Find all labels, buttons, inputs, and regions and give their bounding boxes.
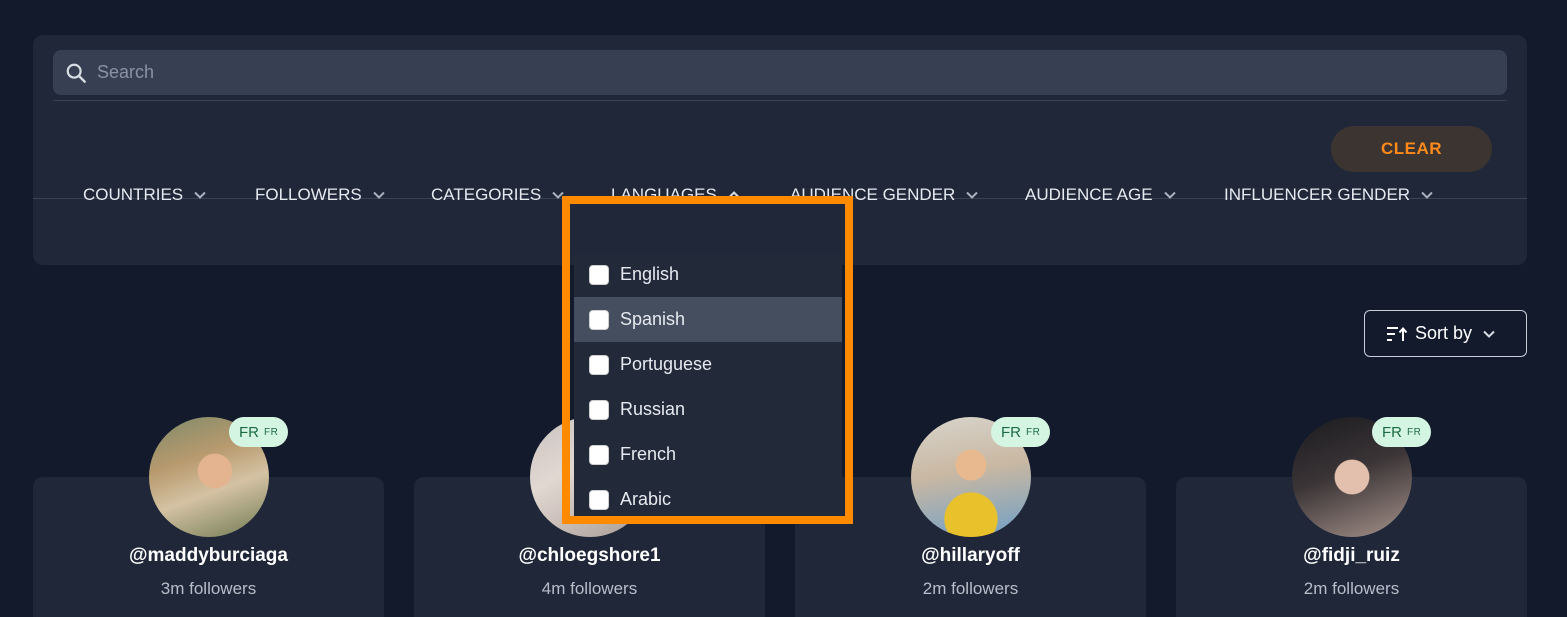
chevron-down-icon (965, 188, 979, 202)
chevron-down-icon (1482, 327, 1496, 341)
filter-audience-gender[interactable]: AUDIENCE GENDER (790, 183, 979, 207)
filter-categories[interactable]: CATEGORIES (431, 183, 565, 207)
follower-count: 4m followers (541, 579, 638, 598)
language-badge: FR FR (229, 417, 289, 447)
filter-label: AUDIENCE GENDER (790, 185, 956, 204)
sort-by-button[interactable]: Sort by (1364, 310, 1527, 357)
follower-count: 3m followers (160, 579, 257, 598)
chevron-down-icon (1163, 188, 1177, 202)
filter-influencer-gender[interactable]: INFLUENCER GENDER (1224, 183, 1434, 207)
follower-count: 2m followers (1303, 579, 1400, 598)
chevron-down-icon (193, 188, 207, 202)
language-badge: FR FR (1372, 417, 1432, 447)
search-bar[interactable] (53, 50, 1507, 95)
search-icon (65, 62, 87, 84)
language-option-arabic[interactable]: Arabic (574, 477, 842, 516)
influencer-handle[interactable]: @maddyburciaga (33, 545, 384, 567)
follower-count: 2m followers (922, 579, 1019, 598)
filter-countries[interactable]: COUNTRIES (83, 183, 207, 207)
language-option-spanish[interactable]: Spanish (574, 297, 842, 342)
influencer-handle[interactable]: @hillaryoff (795, 545, 1146, 567)
checkbox[interactable] (589, 399, 609, 420)
option-label: English (620, 264, 680, 284)
filter-label: CATEGORIES (431, 185, 542, 204)
chevron-down-icon (372, 188, 386, 202)
language-option-russian[interactable]: Russian (574, 387, 842, 432)
checkbox[interactable] (589, 444, 609, 465)
language-option-french[interactable]: French (574, 432, 842, 477)
option-label: Russian (620, 399, 686, 419)
languages-dropdown: English Spanish Portuguese Russian Frenc… (574, 252, 842, 516)
language-option-english[interactable]: English (574, 252, 842, 297)
option-label: French (620, 444, 677, 464)
filter-followers[interactable]: FOLLOWERS (255, 183, 386, 207)
checkbox[interactable] (589, 489, 609, 510)
divider (53, 100, 1507, 101)
checkbox[interactable] (589, 309, 609, 330)
filter-label: LANGUAGES (611, 185, 717, 204)
influencer-handle[interactable]: @chloegshore1 (414, 545, 765, 567)
filter-label: AUDIENCE AGE (1025, 185, 1153, 204)
checkbox[interactable] (589, 264, 609, 285)
option-label: Portuguese (620, 354, 713, 374)
filter-panel: CLEAR (33, 35, 1527, 265)
sort-icon (1386, 325, 1408, 343)
influencer-handle[interactable]: @fidji_ruiz (1176, 545, 1527, 567)
option-label: Arabic (620, 489, 672, 509)
filter-label: INFLUENCER GENDER (1224, 185, 1411, 204)
filter-label: COUNTRIES (83, 185, 184, 204)
filter-audience-age[interactable]: AUDIENCE AGE (1025, 183, 1177, 207)
option-label: Spanish (620, 309, 686, 329)
clear-button[interactable]: CLEAR (1331, 126, 1492, 172)
language-badge: FR FR (991, 417, 1051, 447)
checkbox[interactable] (589, 354, 609, 375)
chevron-down-icon (1420, 188, 1434, 202)
chevron-up-icon (727, 188, 741, 202)
filter-languages[interactable]: LANGUAGES (611, 183, 741, 207)
sort-label: Sort by (1415, 323, 1473, 343)
language-option-portuguese[interactable]: Portuguese (574, 342, 842, 387)
filter-label: FOLLOWERS (255, 185, 362, 204)
chevron-down-icon (551, 188, 565, 202)
search-input[interactable] (97, 50, 1497, 95)
